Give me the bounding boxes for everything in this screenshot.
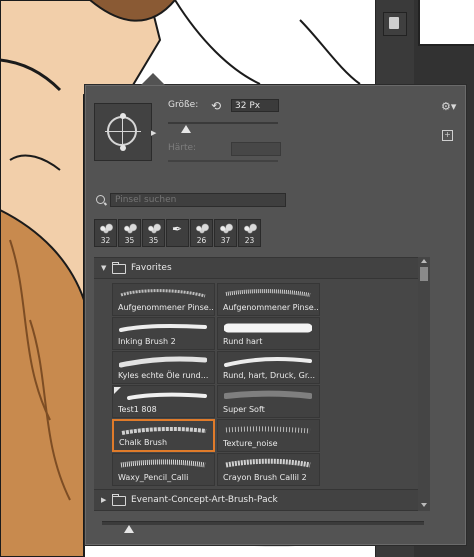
brush-preset-tile[interactable]: Kyles echte Öle rund... (112, 351, 215, 384)
group-favorites[interactable]: ▼ Favorites (94, 257, 419, 279)
scroll-thumb[interactable] (420, 267, 428, 281)
brush-stamp-icon (146, 223, 162, 234)
angle-handle-bottom[interactable] (120, 145, 126, 151)
brush-preset-tile[interactable]: Aufgenommener Pinse... (217, 283, 320, 316)
brush-preset-tile[interactable]: Inking Brush 2 (112, 317, 215, 350)
scroll-up-icon[interactable] (421, 259, 427, 263)
recent-brush-size: 23 (244, 236, 255, 245)
brush-preset-tile[interactable]: Super Soft (217, 385, 320, 418)
brush-stroke-preview (121, 426, 207, 435)
brush-stroke-preview (120, 289, 206, 298)
scroll-down-icon[interactable] (421, 503, 427, 507)
recent-brush-item[interactable]: 35 (118, 219, 141, 247)
group-evenant[interactable]: ▶ Evenant-Concept-Art-Brush-Pack (94, 489, 419, 511)
reset-size-icon[interactable]: ⟲ (211, 99, 221, 113)
canvas-corner (418, 0, 474, 46)
recent-brush-size: 26 (196, 236, 207, 245)
group-name: Evenant-Concept-Art-Brush-Pack (131, 495, 278, 505)
brush-preset-name: Test1 808 (118, 405, 157, 414)
brush-preset-name: Crayon Brush Callil 2 (223, 473, 307, 482)
brush-tip-preview[interactable] (94, 103, 152, 161)
recent-brush-item[interactable]: 23 (238, 219, 261, 247)
recent-brush-size: 32 (100, 236, 111, 245)
brush-search (96, 193, 286, 207)
brush-stamp-icon (218, 223, 234, 234)
brush-preset-tile[interactable]: Waxy_Pencil_Calli (112, 453, 215, 486)
gear-icon[interactable]: ⚙▾ (441, 100, 456, 113)
recent-brush-size: 37 (220, 236, 231, 245)
brush-preset-name: Inking Brush 2 (118, 337, 176, 346)
pen-brush-icon: ✒ (172, 222, 183, 236)
recent-brush-size: 35 (148, 236, 159, 245)
brush-preset-tile[interactable]: Test1 808 (112, 385, 215, 418)
search-icon (96, 195, 105, 204)
new-preset-icon[interactable]: + (442, 130, 453, 141)
brush-preset-name: Kyles echte Öle rund... (118, 371, 209, 380)
brush-stroke-preview (119, 356, 207, 368)
size-field[interactable]: 32 Px (231, 99, 279, 112)
caret-right-icon: ▶ (151, 129, 157, 137)
chevron-right-icon: ▶ (101, 496, 107, 504)
recent-brushes: 32 35 35 ✒ 26 37 23 (94, 219, 261, 247)
folder-icon (112, 262, 126, 274)
brush-preset-name: Texture_noise (223, 439, 278, 448)
preview-size-slider-thumb[interactable] (124, 525, 134, 533)
list-scrollbar[interactable] (418, 257, 430, 511)
brush-stroke-preview (225, 426, 311, 434)
brush-stamp-icon (122, 223, 138, 234)
hardness-slider-track[interactable] (168, 160, 278, 162)
recent-brush-size: 35 (124, 236, 135, 245)
brush-preset-tile[interactable]: Aufgenommener Pinse... (112, 283, 215, 316)
brush-stroke-preview (224, 323, 312, 333)
brush-preset-tile-selected[interactable]: Chalk Brush (112, 419, 215, 452)
brush-stroke-preview (120, 459, 206, 468)
hardness-label: Härte: (168, 143, 197, 153)
brush-preset-tile[interactable]: Rund, hart, Druck, Gr... (217, 351, 320, 384)
brush-stroke-preview (224, 390, 312, 399)
recent-brush-item[interactable]: 26 (190, 219, 213, 247)
group-name: Favorites (131, 263, 172, 273)
chevron-down-icon: ▼ (101, 264, 107, 272)
preview-size-slider-track[interactable] (102, 521, 424, 525)
brush-preset-name: Rund, hart, Druck, Gr... (223, 371, 316, 380)
brush-stroke-preview (225, 289, 311, 297)
recent-brush-item[interactable]: ✒ (166, 219, 189, 247)
layer-panel-button[interactable] (383, 12, 407, 36)
brush-stamp-icon (98, 223, 114, 234)
size-slider-track[interactable] (168, 122, 278, 124)
brush-preset-name: Waxy_Pencil_Calli (118, 473, 189, 482)
brush-preset-name: Aufgenommener Pinse... (118, 303, 215, 312)
recent-brush-item[interactable]: 37 (214, 219, 237, 247)
brush-preset-list: ▼ Favorites Aufgenommener Pinse... Aufge… (94, 257, 419, 511)
brush-preset-tile[interactable]: Texture_noise (217, 419, 320, 452)
brush-preset-name: Rund hart (223, 337, 263, 346)
search-input[interactable] (110, 193, 286, 207)
brush-stroke-preview (119, 324, 207, 332)
brush-preset-name: Chalk Brush (119, 438, 168, 447)
brush-stroke-preview (225, 458, 311, 468)
folder-icon (112, 494, 126, 506)
recent-brush-item[interactable]: 32 (94, 219, 117, 247)
brush-stroke-preview (224, 357, 312, 367)
brush-preset-picker: ▶ Größe: ⟲ 32 Px Härte: ⚙▾ + 32 35 35 ✒ … (84, 73, 467, 546)
recent-brush-item[interactable]: 35 (142, 219, 165, 247)
hardness-field[interactable] (231, 142, 281, 156)
brush-preset-name: Super Soft (223, 405, 265, 414)
brush-stamp-icon (242, 223, 258, 234)
brush-preset-tile[interactable]: Rund hart (217, 317, 320, 350)
brush-preset-name: Aufgenommener Pinse... (223, 303, 320, 312)
size-label: Größe: (168, 100, 199, 110)
brush-stamp-icon (194, 223, 210, 234)
angle-handle-top[interactable] (120, 113, 126, 119)
size-slider-thumb[interactable] (181, 125, 191, 133)
brush-stroke-preview (127, 392, 207, 400)
brush-preset-tile[interactable]: Crayon Brush Callil 2 (217, 453, 320, 486)
